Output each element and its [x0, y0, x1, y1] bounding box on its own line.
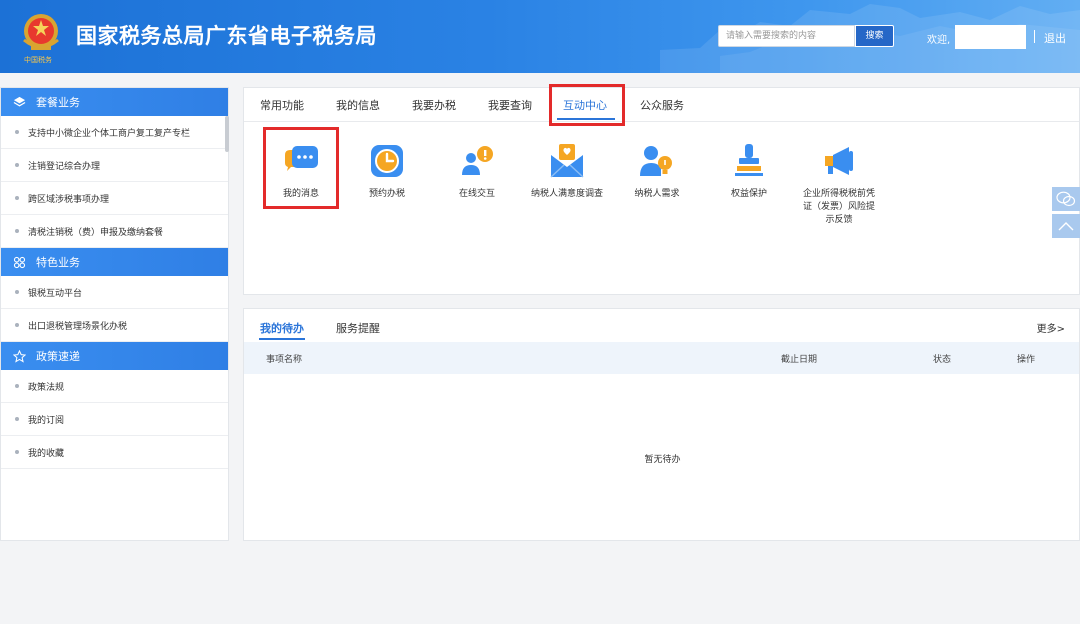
sidebar-item-label: 我的订阅: [28, 415, 65, 426]
tax-emblem-icon: [23, 14, 59, 50]
user-idea-icon: [640, 146, 672, 176]
username-field: [955, 25, 1026, 49]
grid-icon: [13, 256, 26, 268]
sidebar-item-label: 清税注销税（费）申报及缴纳套餐: [28, 227, 164, 238]
sidebar-section-title: 政策速递: [36, 350, 80, 363]
func-invoice-risk-feedback[interactable]: 企业所得税税前凭证（发票）风险提示反馈: [799, 141, 879, 227]
sidebar-item-label: 银税互动平台: [28, 288, 83, 299]
logout-link[interactable]: 退出: [1044, 30, 1066, 46]
sidebar-item[interactable]: 跨区域涉税事项办理: [1, 182, 228, 215]
megaphone-icon: [825, 147, 853, 175]
func-label: 纳税人满意度调查: [530, 189, 603, 199]
func-label: 在线交互: [458, 189, 495, 199]
chevron-up-icon: [1058, 222, 1074, 231]
sidebar-item-label: 出口退税管理场景化办税: [28, 321, 128, 332]
sidebar-item-label: 注销登记综合办理: [28, 161, 101, 172]
todo-panel: 我的待办 服务提醒 更多> 事项名称 截止日期 状态 操作 暂无待办: [243, 308, 1080, 541]
tab-tax-handling[interactable]: 我要办税: [412, 97, 456, 113]
bullet-dot: [15, 384, 19, 388]
welcome-text: 欢迎,: [927, 35, 951, 46]
sidebar-scrollbar[interactable]: [225, 116, 229, 152]
tab-common[interactable]: 常用功能: [260, 97, 304, 113]
empty-state-text: 暂无待办: [644, 455, 681, 465]
column-header: 截止日期: [781, 355, 818, 365]
function-panel: 常用功能 我的信息 我要办税 我要查询 互动中心 公众服务 我的消息 预约办税: [243, 84, 1080, 295]
envelope-heart-icon: [550, 144, 584, 178]
bullet-dot: [15, 229, 19, 233]
layers-icon: [13, 96, 26, 106]
search-button[interactable]: 搜索: [855, 25, 894, 47]
table-header: 事项名称 截止日期 状态 操作: [244, 342, 1079, 374]
tab-bar: 常用功能 我的信息 我要办税 我要查询 互动中心 公众服务: [244, 88, 1079, 122]
bullet-dot: [15, 450, 19, 454]
sidebar-item-label: 跨区域涉税事项办理: [28, 194, 110, 205]
people-chat-icon: [462, 146, 493, 175]
sidebar: 套餐业务 支持中小微企业个体工商户复工复产专栏 注销登记综合办理 跨区域涉税事项…: [0, 87, 229, 541]
sidebar-item[interactable]: 银税互动平台: [1, 276, 228, 309]
bullet-dot: [15, 290, 19, 294]
func-label: 权益保护: [730, 189, 767, 199]
bullet-dot: [15, 163, 19, 167]
active-tab-indicator: [259, 338, 305, 340]
tab-query[interactable]: 我要查询: [488, 97, 532, 113]
highlight-box-function: [263, 127, 339, 209]
tab-service-reminder[interactable]: 服务提醒: [336, 320, 380, 336]
column-header: 状态: [933, 355, 952, 365]
sidebar-section-featured[interactable]: 特色业务: [1, 248, 228, 276]
func-appointment[interactable]: 预约办税: [347, 141, 427, 201]
func-rights-protection[interactable]: 权益保护: [709, 141, 789, 201]
sidebar-item-label: 我的收藏: [28, 448, 65, 459]
wechat-icon: [1056, 191, 1076, 207]
column-header: 事项名称: [266, 355, 303, 365]
bullet-dot: [15, 130, 19, 134]
sidebar-item-label: 支持中小微企业个体工商户复工复产专栏: [28, 128, 191, 139]
func-taxpayer-needs[interactable]: 纳税人需求: [617, 141, 697, 201]
search-input[interactable]: 请输入需要搜索的内容: [718, 25, 855, 47]
func-label: 纳税人需求: [634, 189, 680, 199]
func-online-interaction[interactable]: 在线交互: [437, 141, 517, 201]
sidebar-section-title: 套餐业务: [36, 96, 80, 109]
star-icon: [13, 349, 26, 363]
sidebar-item[interactable]: 支持中小微企业个体工商户复工复产专栏: [1, 116, 228, 149]
sidebar-item[interactable]: 我的订阅: [1, 403, 228, 436]
sidebar-item[interactable]: 我的收藏: [1, 436, 228, 469]
sidebar-item[interactable]: 政策法规: [1, 370, 228, 403]
sidebar-item-label: 政策法规: [28, 382, 65, 393]
sidebar-item[interactable]: 出口退税管理场景化办税: [1, 309, 228, 342]
sidebar-item[interactable]: 清税注销税（费）申报及缴纳套餐: [1, 215, 228, 248]
tab-my-todo[interactable]: 我的待办: [260, 320, 304, 336]
more-link[interactable]: 更多>: [1037, 320, 1065, 335]
bullet-dot: [15, 323, 19, 327]
func-label: 企业所得税税前凭证（发票）风险提示反馈: [802, 189, 875, 225]
emblem-caption: 中国税务: [24, 56, 52, 64]
tab-public-service[interactable]: 公众服务: [640, 97, 684, 113]
divider: [1034, 30, 1035, 43]
tab-my-info[interactable]: 我的信息: [336, 97, 380, 113]
func-satisfaction-survey[interactable]: 纳税人满意度调查: [527, 141, 607, 201]
bullet-dot: [15, 417, 19, 421]
sidebar-section-policy[interactable]: 政策速递: [1, 342, 228, 370]
back-to-top-button[interactable]: [1052, 214, 1080, 238]
bullet-dot: [15, 196, 19, 200]
func-label: 预约办税: [368, 189, 405, 199]
stamp-icon: [735, 144, 763, 176]
highlight-box-tab: [549, 84, 625, 126]
clock-icon: [371, 145, 403, 177]
site-title: 国家税务总局广东省电子税务局: [76, 24, 377, 48]
top-header: 中国税务 国家税务总局广东省电子税务局 请输入需要搜索的内容 搜索 欢迎, 退出: [0, 0, 1080, 73]
sidebar-section-package[interactable]: 套餐业务: [1, 88, 228, 116]
wechat-float-button[interactable]: [1052, 187, 1080, 211]
column-header: 操作: [1017, 355, 1036, 365]
sidebar-item[interactable]: 注销登记综合办理: [1, 149, 228, 182]
sidebar-section-title: 特色业务: [36, 256, 80, 269]
